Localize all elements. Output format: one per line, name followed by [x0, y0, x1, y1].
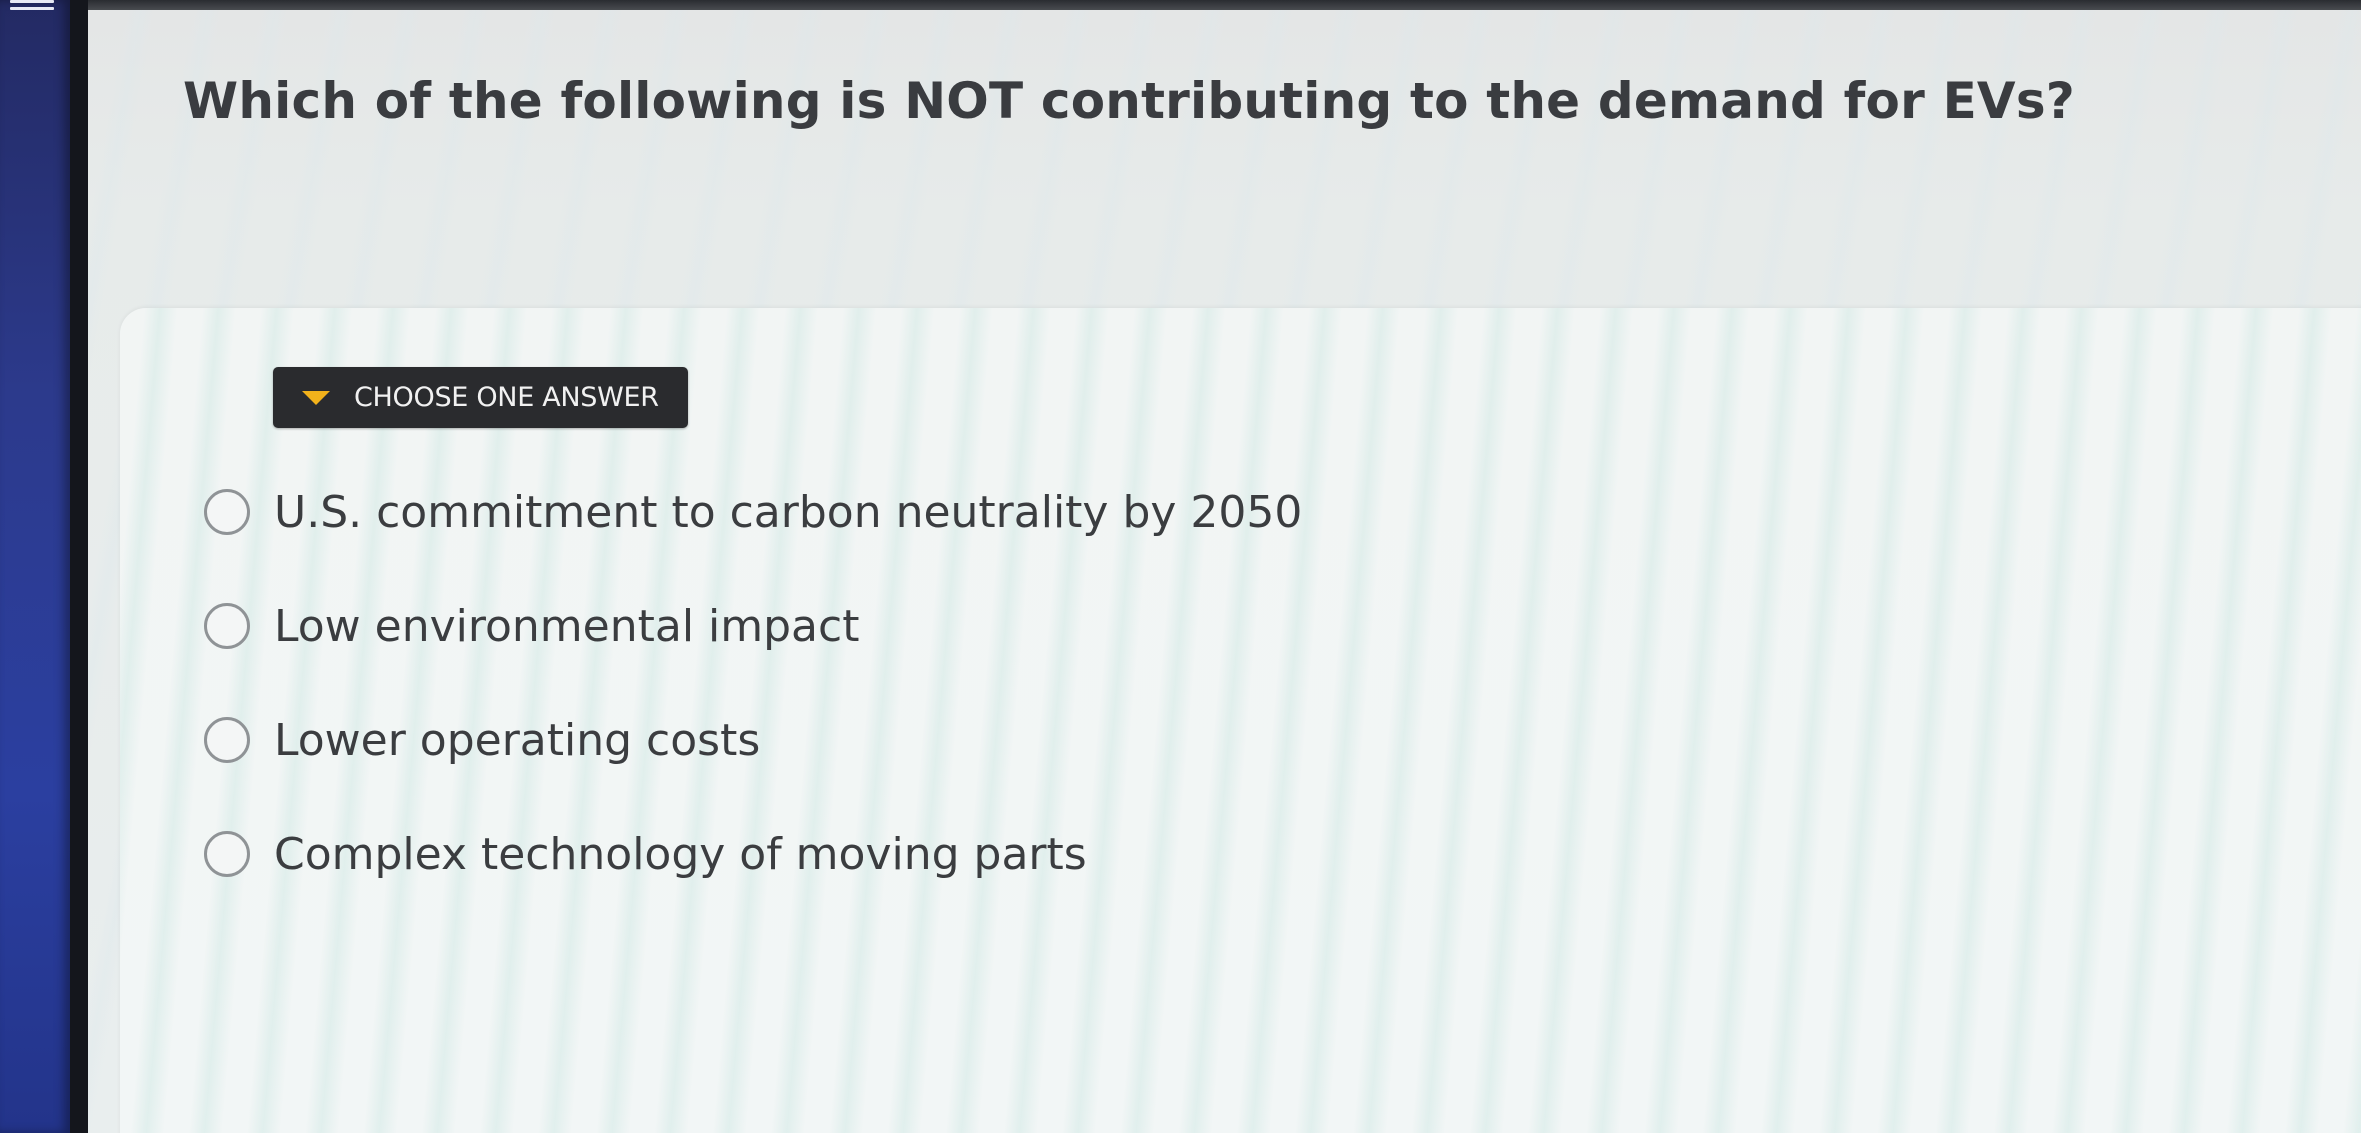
caret-down-icon [302, 390, 330, 405]
sidebar [0, 0, 70, 1133]
choose-one-answer-toggle[interactable]: CHOOSE ONE ANSWER [273, 367, 688, 428]
radio-button-icon[interactable] [204, 489, 250, 535]
radio-button-icon[interactable] [204, 831, 250, 877]
answer-option-label: Low environmental impact [274, 600, 860, 652]
answer-options: U.S. commitment to carbon neutrality by … [204, 480, 1804, 936]
screen-bezel [70, 0, 88, 1133]
radio-button-icon[interactable] [204, 717, 250, 763]
choose-one-answer-label: CHOOSE ONE ANSWER [354, 382, 659, 413]
answer-option-4[interactable]: Complex technology of moving parts [204, 822, 1804, 886]
answer-option-label: Complex technology of moving parts [274, 828, 1087, 880]
hamburger-icon[interactable] [10, 0, 54, 20]
answer-option-3[interactable]: Lower operating costs [204, 708, 1804, 772]
question-text: Which of the following is NOT contributi… [183, 72, 2075, 130]
question-page: Which of the following is NOT contributi… [88, 10, 2361, 1133]
answer-option-2[interactable]: Low environmental impact [204, 594, 1804, 658]
answer-option-1[interactable]: U.S. commitment to carbon neutrality by … [204, 480, 1804, 544]
answer-option-label: U.S. commitment to carbon neutrality by … [274, 486, 1303, 538]
radio-button-icon[interactable] [204, 603, 250, 649]
answer-option-label: Lower operating costs [274, 714, 761, 766]
